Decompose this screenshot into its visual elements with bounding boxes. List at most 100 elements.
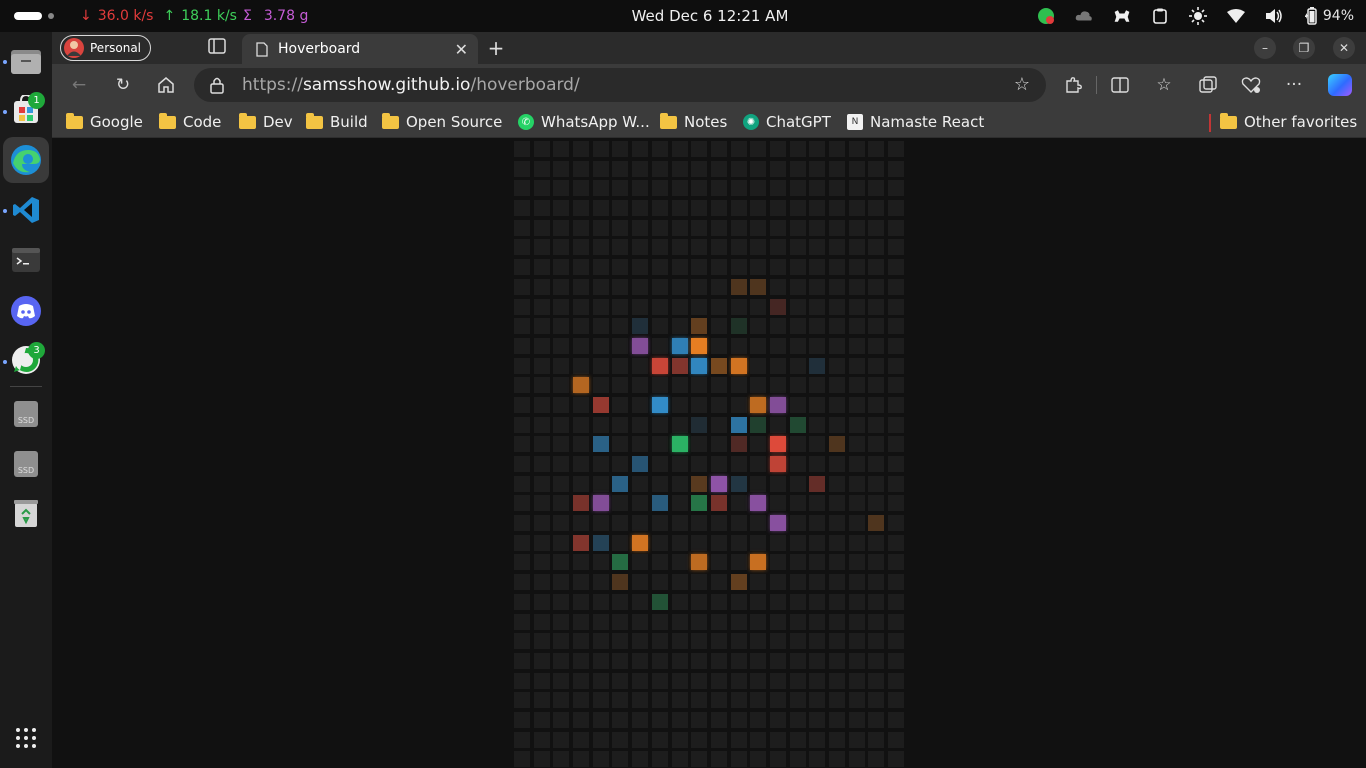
grid-square[interactable]: [829, 141, 845, 157]
grid-square[interactable]: [573, 475, 590, 492]
grid-square[interactable]: [691, 278, 708, 295]
grid-square[interactable]: [592, 672, 609, 689]
grid-square[interactable]: [612, 200, 629, 217]
grid-square[interactable]: [848, 141, 865, 157]
grid-square[interactable]: [789, 475, 806, 492]
grid-square[interactable]: [553, 633, 570, 650]
grid-square[interactable]: [691, 298, 708, 315]
tab-hoverboard[interactable]: Hoverboard ✕: [242, 34, 478, 64]
grid-square[interactable]: [848, 574, 865, 591]
grid-square[interactable]: [750, 633, 767, 650]
grid-square[interactable]: [710, 633, 727, 650]
grid-square[interactable]: [888, 318, 905, 335]
favorites-icon[interactable]: ☆: [1153, 74, 1175, 96]
grid-square[interactable]: [651, 692, 668, 709]
grid-square[interactable]: [514, 219, 530, 236]
grid-square[interactable]: [573, 377, 590, 394]
grid-square[interactable]: [710, 554, 727, 571]
browser-essentials-icon[interactable]: [1240, 74, 1262, 96]
grid-square[interactable]: [514, 613, 530, 630]
close-tab-icon[interactable]: ✕: [455, 40, 468, 59]
grid-square[interactable]: [612, 239, 629, 256]
grid-square[interactable]: [710, 200, 727, 217]
grid-square[interactable]: [710, 337, 727, 354]
grid-square[interactable]: [671, 633, 688, 650]
grid-square[interactable]: [888, 534, 905, 551]
url-text[interactable]: https://samsshow.github.io/hoverboard/: [242, 75, 580, 95]
grid-square[interactable]: [829, 396, 845, 413]
grid-square[interactable]: [789, 219, 806, 236]
grid-square[interactable]: [769, 200, 786, 217]
grid-square[interactable]: [789, 456, 806, 472]
grid-square[interactable]: [888, 357, 905, 374]
grid-square[interactable]: [730, 456, 747, 472]
grid-square[interactable]: [769, 180, 786, 197]
grid-square[interactable]: [750, 357, 767, 374]
grid-square[interactable]: [592, 652, 609, 669]
grid-square[interactable]: [868, 672, 885, 689]
grid-square[interactable]: [691, 456, 708, 472]
grid-square[interactable]: [789, 377, 806, 394]
grid-square[interactable]: [533, 475, 550, 492]
grid-square[interactable]: [533, 377, 550, 394]
grid-square[interactable]: [573, 613, 590, 630]
grid-square[interactable]: [691, 436, 708, 453]
grid-square[interactable]: [750, 396, 767, 413]
grid-square[interactable]: [769, 259, 786, 276]
grid-square[interactable]: [514, 278, 530, 295]
grid-square[interactable]: [710, 515, 727, 532]
grid-square[interactable]: [710, 239, 727, 256]
brightness-icon[interactable]: [1188, 7, 1207, 25]
grid-square[interactable]: [829, 160, 845, 177]
grid-square[interactable]: [691, 711, 708, 728]
grid-square[interactable]: [868, 337, 885, 354]
grid-square[interactable]: [730, 652, 747, 669]
grid-square[interactable]: [868, 534, 885, 551]
grid-square[interactable]: [809, 278, 826, 295]
grid-square[interactable]: [651, 652, 668, 669]
grid-square[interactable]: [592, 160, 609, 177]
grid-square[interactable]: [730, 613, 747, 630]
grid-square[interactable]: [848, 278, 865, 295]
grid-square[interactable]: [691, 337, 708, 354]
grid-square[interactable]: [691, 318, 708, 335]
grid-square[interactable]: [789, 692, 806, 709]
grid-square[interactable]: [671, 593, 688, 610]
grid-square[interactable]: [553, 652, 570, 669]
grid-square[interactable]: [868, 731, 885, 748]
grid-square[interactable]: [769, 534, 786, 551]
grid-square[interactable]: [888, 259, 905, 276]
grid-square[interactable]: [829, 456, 845, 472]
grid-square[interactable]: [632, 711, 649, 728]
grid-square[interactable]: [789, 416, 806, 433]
grid-square[interactable]: [809, 416, 826, 433]
grid-square[interactable]: [868, 456, 885, 472]
grid-square[interactable]: [730, 475, 747, 492]
grid-square[interactable]: [829, 711, 845, 728]
grid-square[interactable]: [848, 219, 865, 236]
grid-square[interactable]: [691, 239, 708, 256]
grid-square[interactable]: [789, 672, 806, 689]
grid-square[interactable]: [612, 377, 629, 394]
split-screen-icon[interactable]: [1109, 74, 1131, 96]
grid-square[interactable]: [651, 534, 668, 551]
grid-square[interactable]: [671, 377, 688, 394]
grid-square[interactable]: [691, 751, 708, 768]
grid-square[interactable]: [592, 396, 609, 413]
grid-square[interactable]: [553, 495, 570, 512]
grid-square[interactable]: [671, 711, 688, 728]
grid-square[interactable]: [789, 239, 806, 256]
grid-square[interactable]: [573, 554, 590, 571]
grid-square[interactable]: [514, 652, 530, 669]
grid-square[interactable]: [730, 751, 747, 768]
grid-square[interactable]: [553, 259, 570, 276]
grid-square[interactable]: [573, 337, 590, 354]
grid-square[interactable]: [573, 318, 590, 335]
grid-square[interactable]: [533, 593, 550, 610]
grid-square[interactable]: [829, 298, 845, 315]
grid-square[interactable]: [592, 475, 609, 492]
grid-square[interactable]: [691, 357, 708, 374]
grid-square[interactable]: [691, 141, 708, 157]
grid-square[interactable]: [671, 672, 688, 689]
grid-square[interactable]: [612, 436, 629, 453]
